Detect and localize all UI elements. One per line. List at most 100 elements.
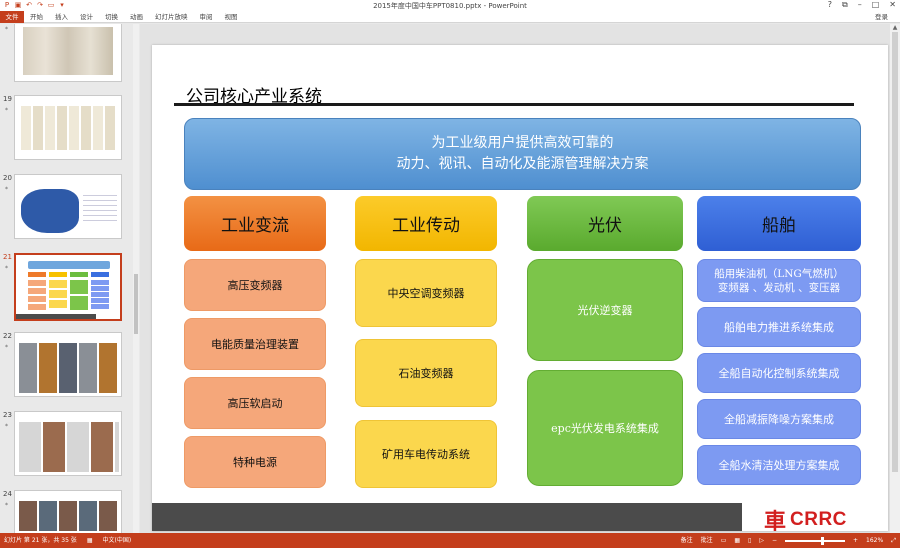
tab-slideshow[interactable]: 幻灯片放映 xyxy=(149,11,194,23)
comments-button[interactable]: 批注 xyxy=(701,533,713,548)
thumbnail-image xyxy=(14,95,122,160)
ribbon-tabs: 文件 开始 插入 设计 切换 动画 幻灯片放映 审阅 视图 登录 xyxy=(0,10,900,23)
fit-to-window-icon[interactable]: ⤢ xyxy=(891,533,896,548)
title-divider xyxy=(174,103,854,106)
slideshow-view-icon[interactable]: ▷ xyxy=(759,533,764,548)
item-oil-inverter[interactable]: 石油变频器 xyxy=(355,339,497,407)
item-hv-soft-starter[interactable]: 高压软启动 xyxy=(184,377,326,429)
column-header-marine[interactable]: 船舶 xyxy=(697,196,861,251)
item-hvac-inverter[interactable]: 中央空调变频器 xyxy=(355,259,497,327)
map-legend-lines xyxy=(83,191,117,221)
zoom-out-icon[interactable]: − xyxy=(772,533,777,548)
minimize-button[interactable]: – xyxy=(858,0,862,10)
mini-footer xyxy=(16,314,96,319)
item-vibration-noise-reduction[interactable]: 全船减振降噪方案集成 xyxy=(697,399,861,439)
scroll-up-icon[interactable]: ▲ xyxy=(890,24,900,31)
tab-animations[interactable]: 动画 xyxy=(124,11,149,23)
animation-star-icon: * xyxy=(5,186,8,193)
thumbnail-image xyxy=(14,411,122,476)
sign-in-link[interactable]: 登录 xyxy=(875,11,888,23)
tab-file[interactable]: 文件 xyxy=(0,10,24,23)
animation-star-icon: * xyxy=(5,423,8,430)
slide-number: 23 xyxy=(3,411,12,419)
photo-grid xyxy=(19,422,119,472)
photo-grid xyxy=(19,501,119,531)
mini-head xyxy=(91,272,109,277)
window-title: 2015年度中国中车PPT0810.pptx - PowerPoint xyxy=(373,2,527,10)
thumbnail-scroll-thumb[interactable] xyxy=(134,274,138,334)
slide-sorter-icon[interactable]: ▦ xyxy=(734,533,740,548)
tab-design[interactable]: 设计 xyxy=(74,11,99,23)
zoom-slider[interactable] xyxy=(785,536,845,545)
slide-canvas[interactable]: 公司核心产业系统 为工业级用户提供高效可靠的 动力、视讯、自动化及能源管理解决方… xyxy=(152,45,888,531)
slide-thumbnail-pane: * 19 * 20 * 21 * 22 * 23 * 24 * xyxy=(0,24,140,533)
slide-number: 21 xyxy=(3,253,12,261)
slide-number: 20 xyxy=(3,174,12,182)
slide-number: 22 xyxy=(3,332,12,340)
crrc-logo-text: CRRC xyxy=(790,509,847,530)
mini-col xyxy=(91,280,109,310)
zoom-level[interactable]: 162% xyxy=(866,533,883,548)
thumbnail-image xyxy=(14,332,122,397)
mini-head xyxy=(28,272,46,277)
ribbon-display-options-button[interactable]: ⧉ xyxy=(842,0,848,10)
photo-grid xyxy=(19,343,119,393)
product-photos-strip xyxy=(23,27,113,75)
mini-col xyxy=(70,280,88,310)
slide-counter: 幻灯片 第 21 张，共 35 张 xyxy=(4,537,77,544)
item-mining-truck-drive[interactable]: 矿用车电传动系统 xyxy=(355,420,497,488)
notes-button[interactable]: 备注 xyxy=(681,533,693,548)
zoom-in-icon[interactable]: + xyxy=(853,533,858,548)
close-button[interactable]: ✕ xyxy=(889,0,896,10)
status-left: 幻灯片 第 21 张，共 35 张 ▦ 中文(中国) xyxy=(4,533,131,548)
item-ship-automation[interactable]: 全船自动化控制系统集成 xyxy=(697,353,861,393)
slide-editor: 公司核心产业系统 为工业级用户提供高效可靠的 动力、视讯、自动化及能源管理解决方… xyxy=(140,24,900,533)
item-special-power-supply[interactable]: 特种电源 xyxy=(184,436,326,488)
animation-star-icon: * xyxy=(5,502,8,509)
title-bar: P ▣ ↶ ↷ ▭ ▾ 2015年度中国中车PPT0810.pptx - Pow… xyxy=(0,0,900,11)
tab-view[interactable]: 视图 xyxy=(219,11,244,23)
animation-star-icon: * xyxy=(5,107,8,114)
language-indicator[interactable]: 中文(中国) xyxy=(102,533,131,548)
editor-scroll-thumb[interactable] xyxy=(892,32,898,472)
banner-line-2: 动力、视讯、自动化及能源管理解决方案 xyxy=(396,156,649,172)
maximize-button[interactable]: □ xyxy=(872,0,880,10)
tab-insert[interactable]: 插入 xyxy=(49,11,74,23)
slide-number: 24 xyxy=(3,490,12,498)
help-button[interactable]: ? xyxy=(828,0,832,10)
animation-star-icon: * xyxy=(5,344,8,351)
tab-home[interactable]: 开始 xyxy=(24,11,49,23)
column-header-industrial-converter[interactable]: 工业变流 xyxy=(184,196,326,251)
thumbnail-image xyxy=(14,253,122,321)
mini-col xyxy=(49,280,67,310)
slide-number: 19 xyxy=(3,95,12,103)
spellcheck-icon[interactable]: ▦ xyxy=(87,533,93,548)
animation-star-icon: * xyxy=(5,265,8,272)
solution-banner[interactable]: 为工业级用户提供高效可靠的 动力、视讯、自动化及能源管理解决方案 xyxy=(184,118,861,190)
item-epc-pv-integration[interactable]: epc光伏发电系统集成 xyxy=(527,370,683,486)
status-bar: 幻灯片 第 21 张，共 35 张 ▦ 中文(中国) 备注 批注 ▭ ▦ ▯ ▷… xyxy=(0,533,900,548)
mini-head xyxy=(49,272,67,277)
tab-transitions[interactable]: 切换 xyxy=(99,11,124,23)
tab-review[interactable]: 审阅 xyxy=(194,11,219,23)
mini-head xyxy=(70,272,88,277)
column-header-industrial-drive[interactable]: 工业传动 xyxy=(355,196,497,251)
thumbnail-image xyxy=(14,490,122,533)
item-pv-inverter[interactable]: 光伏逆变器 xyxy=(527,259,683,361)
item-water-treatment[interactable]: 全船水清洁处理方案集成 xyxy=(697,445,861,485)
normal-view-icon[interactable]: ▭ xyxy=(721,533,727,548)
item-marine-electric-propulsion[interactable]: 船舶电力推进系统集成 xyxy=(697,307,861,347)
item-high-voltage-inverter[interactable]: 高压变频器 xyxy=(184,259,326,311)
crrc-logo: 車 CRRC xyxy=(764,504,847,531)
mini-col xyxy=(28,280,46,310)
reading-view-icon[interactable]: ▯ xyxy=(748,533,751,548)
china-map-shape xyxy=(21,189,79,233)
item-marine-diesel-lng[interactable]: 船用柴油机（LNG气燃机） 变频器 、发动机 、变压器 xyxy=(697,259,861,302)
column-header-photovoltaic[interactable]: 光伏 xyxy=(527,196,683,251)
crrc-logo-mark: 車 xyxy=(764,509,787,531)
window-controls: ? ⧉ – □ ✕ xyxy=(828,0,896,10)
thumbnail-image xyxy=(14,174,122,239)
item-power-quality-device[interactable]: 电能质量治理装置 xyxy=(184,318,326,370)
editor-vertical-scrollbar[interactable]: ▲ xyxy=(890,24,900,533)
status-right: 备注 批注 ▭ ▦ ▯ ▷ − + 162% ⤢ xyxy=(681,533,896,548)
